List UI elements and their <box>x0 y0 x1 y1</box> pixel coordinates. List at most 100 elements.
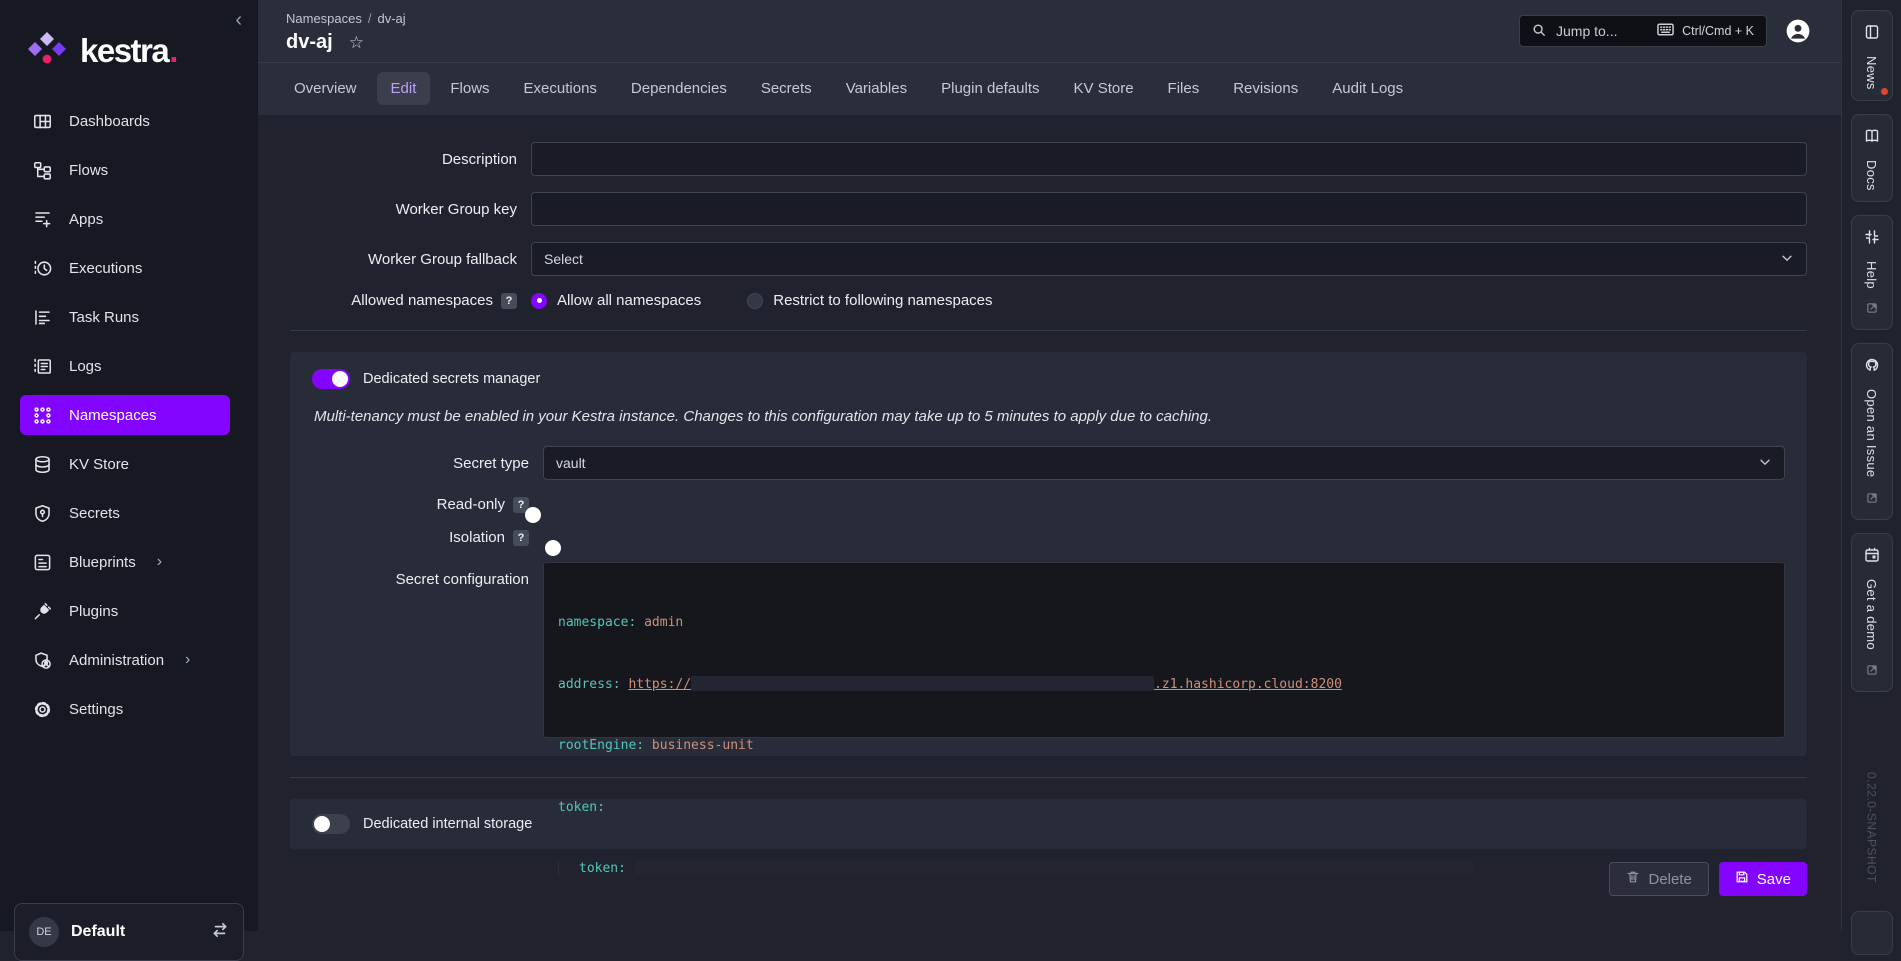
chevron-down-icon <box>1758 455 1772 472</box>
tab-overview[interactable]: Overview <box>280 72 371 105</box>
search-placeholder: Jump to... <box>1556 23 1617 39</box>
open-an-issue-button[interactable]: Open an Issue <box>1851 343 1893 519</box>
tab-files[interactable]: Files <box>1154 72 1214 105</box>
dedicated-secrets-manager-panel: Dedicated secrets manager Multi-tenancy … <box>290 352 1807 756</box>
sidebar-collapse-button[interactable]: ‹ <box>235 10 242 30</box>
main-area: Namespaces/dv-aj dv-aj ☆ Jump to... <box>258 0 1841 931</box>
help-button[interactable]: Help <box>1851 215 1893 331</box>
description-label: Description <box>290 151 531 168</box>
sidebar-item-blueprints[interactable]: Blueprints › <box>20 542 230 582</box>
github-icon <box>1864 357 1880 378</box>
favorite-star-icon[interactable]: ☆ <box>349 33 364 53</box>
indent-guide <box>558 861 571 876</box>
chevron-right-icon: › <box>185 651 190 669</box>
tab-flows[interactable]: Flows <box>436 72 503 105</box>
slack-icon <box>1864 229 1880 250</box>
keyboard-icon <box>1657 23 1674 39</box>
description-input[interactable] <box>531 142 1807 176</box>
breadcrumb-current[interactable]: dv-aj <box>378 11 406 26</box>
sidebar-item-executions[interactable]: Executions <box>20 248 230 288</box>
kestra-logo[interactable]: kestra. <box>0 0 258 95</box>
kestra-logo-icon <box>26 30 68 71</box>
sidebar-item-label: Namespaces <box>69 407 157 424</box>
save-button[interactable]: Save <box>1719 862 1807 896</box>
secret-type-label: Secret type <box>312 455 543 472</box>
dedicated-internal-storage-toggle[interactable] <box>312 814 350 834</box>
sidebar-item-plugins[interactable]: Plugins <box>20 591 230 631</box>
calendar-icon <box>1864 547 1880 568</box>
sidebar-item-namespaces[interactable]: Namespaces <box>20 395 230 435</box>
right-rail: News Docs Help Open an Issue <box>1841 0 1901 931</box>
sidebar-item-secrets[interactable]: Secrets <box>20 493 230 533</box>
secret-type-value: vault <box>556 455 586 471</box>
multi-tenancy-note: Multi-tenancy must be enabled in your Ke… <box>314 408 1785 425</box>
sidebar-item-settings[interactable]: Settings <box>20 689 230 729</box>
news-icon <box>1864 24 1880 45</box>
get-a-demo-button[interactable]: Get a demo <box>1851 533 1893 692</box>
chevron-right-icon: › <box>157 553 162 571</box>
worker-group-key-label: Worker Group key <box>290 201 531 218</box>
select-placeholder: Select <box>544 251 583 267</box>
secret-configuration-editor[interactable]: namespace: admin address: https://.z1.ha… <box>543 562 1785 738</box>
sidebar-item-administration[interactable]: Administration › <box>20 640 230 680</box>
docs-icon <box>1864 128 1880 149</box>
help-icon[interactable]: ? <box>513 530 529 546</box>
help-icon[interactable]: ? <box>501 293 517 309</box>
executions-icon <box>32 258 52 278</box>
sidebar-item-flows[interactable]: Flows <box>20 150 230 190</box>
allowed-namespaces-label: Allowed namespaces ? <box>290 292 531 309</box>
sidebar-item-kv-store[interactable]: KV Store <box>20 444 230 484</box>
dedicated-secrets-manager-toggle[interactable] <box>312 369 350 389</box>
external-link-icon <box>1866 301 1878 319</box>
sidebar-item-label: Task Runs <box>69 309 139 326</box>
jump-to-search[interactable]: Jump to... Ctrl/Cmd + K <box>1519 15 1767 47</box>
external-link-icon <box>1866 663 1878 681</box>
tab-edit[interactable]: Edit <box>377 72 431 105</box>
sidebar-menu: Dashboards Flows Apps Executions <box>0 95 258 729</box>
sidebar-item-logs[interactable]: Logs <box>20 346 230 386</box>
page-title: dv-aj <box>286 31 333 54</box>
dashboards-icon <box>32 111 52 131</box>
tab-plugin-defaults[interactable]: Plugin defaults <box>927 72 1053 105</box>
tab-revisions[interactable]: Revisions <box>1219 72 1312 105</box>
news-button[interactable]: News <box>1851 10 1893 101</box>
tab-kv-store[interactable]: KV Store <box>1060 72 1148 105</box>
logo-text: kestra <box>80 32 168 69</box>
radio-allow-all-namespaces[interactable]: Allow all namespaces <box>531 292 701 309</box>
tab-audit-logs[interactable]: Audit Logs <box>1318 72 1417 105</box>
page-header: Namespaces/dv-aj dv-aj ☆ Jump to... <box>258 0 1841 115</box>
secret-type-select[interactable]: vault <box>543 446 1785 480</box>
radio-unselected-icon <box>747 293 763 309</box>
sidebar-item-label: Dashboards <box>69 113 150 130</box>
section-divider <box>290 330 1807 331</box>
search-shortcut: Ctrl/Cmd + K <box>1682 24 1754 38</box>
trash-icon <box>1626 870 1640 888</box>
rail-overflow-button[interactable] <box>1851 911 1893 955</box>
tab-executions[interactable]: Executions <box>510 72 611 105</box>
breadcrumb-namespaces[interactable]: Namespaces <box>286 11 362 26</box>
docs-button[interactable]: Docs <box>1851 114 1893 202</box>
tenant-avatar: DE <box>29 917 59 947</box>
delete-button[interactable]: Delete <box>1609 862 1708 896</box>
worker-group-fallback-select[interactable]: Select <box>531 242 1807 276</box>
tab-secrets[interactable]: Secrets <box>747 72 826 105</box>
tenant-switcher[interactable]: DE Default <box>14 903 244 961</box>
chevron-down-icon <box>1780 251 1794 268</box>
redacted-value <box>634 860 1473 875</box>
search-icon <box>1532 23 1546 40</box>
radio-restrict-namespaces[interactable]: Restrict to following namespaces <box>747 292 992 309</box>
sidebar-item-task-runs[interactable]: Task Runs <box>20 297 230 337</box>
tab-dependencies[interactable]: Dependencies <box>617 72 741 105</box>
logo-dot: . <box>169 32 178 69</box>
radio-selected-icon <box>531 293 547 309</box>
worker-group-key-input[interactable] <box>531 192 1807 226</box>
tab-variables[interactable]: Variables <box>832 72 921 105</box>
logs-icon <box>32 356 52 376</box>
sidebar-item-apps[interactable]: Apps <box>20 199 230 239</box>
sidebar-item-dashboards[interactable]: Dashboards <box>20 101 230 141</box>
user-avatar[interactable] <box>1785 18 1811 44</box>
secret-configuration-label: Secret configuration <box>312 562 543 588</box>
flows-icon <box>32 160 52 180</box>
external-link-icon <box>1866 491 1878 509</box>
sidebar-item-label: Blueprints <box>69 554 136 571</box>
